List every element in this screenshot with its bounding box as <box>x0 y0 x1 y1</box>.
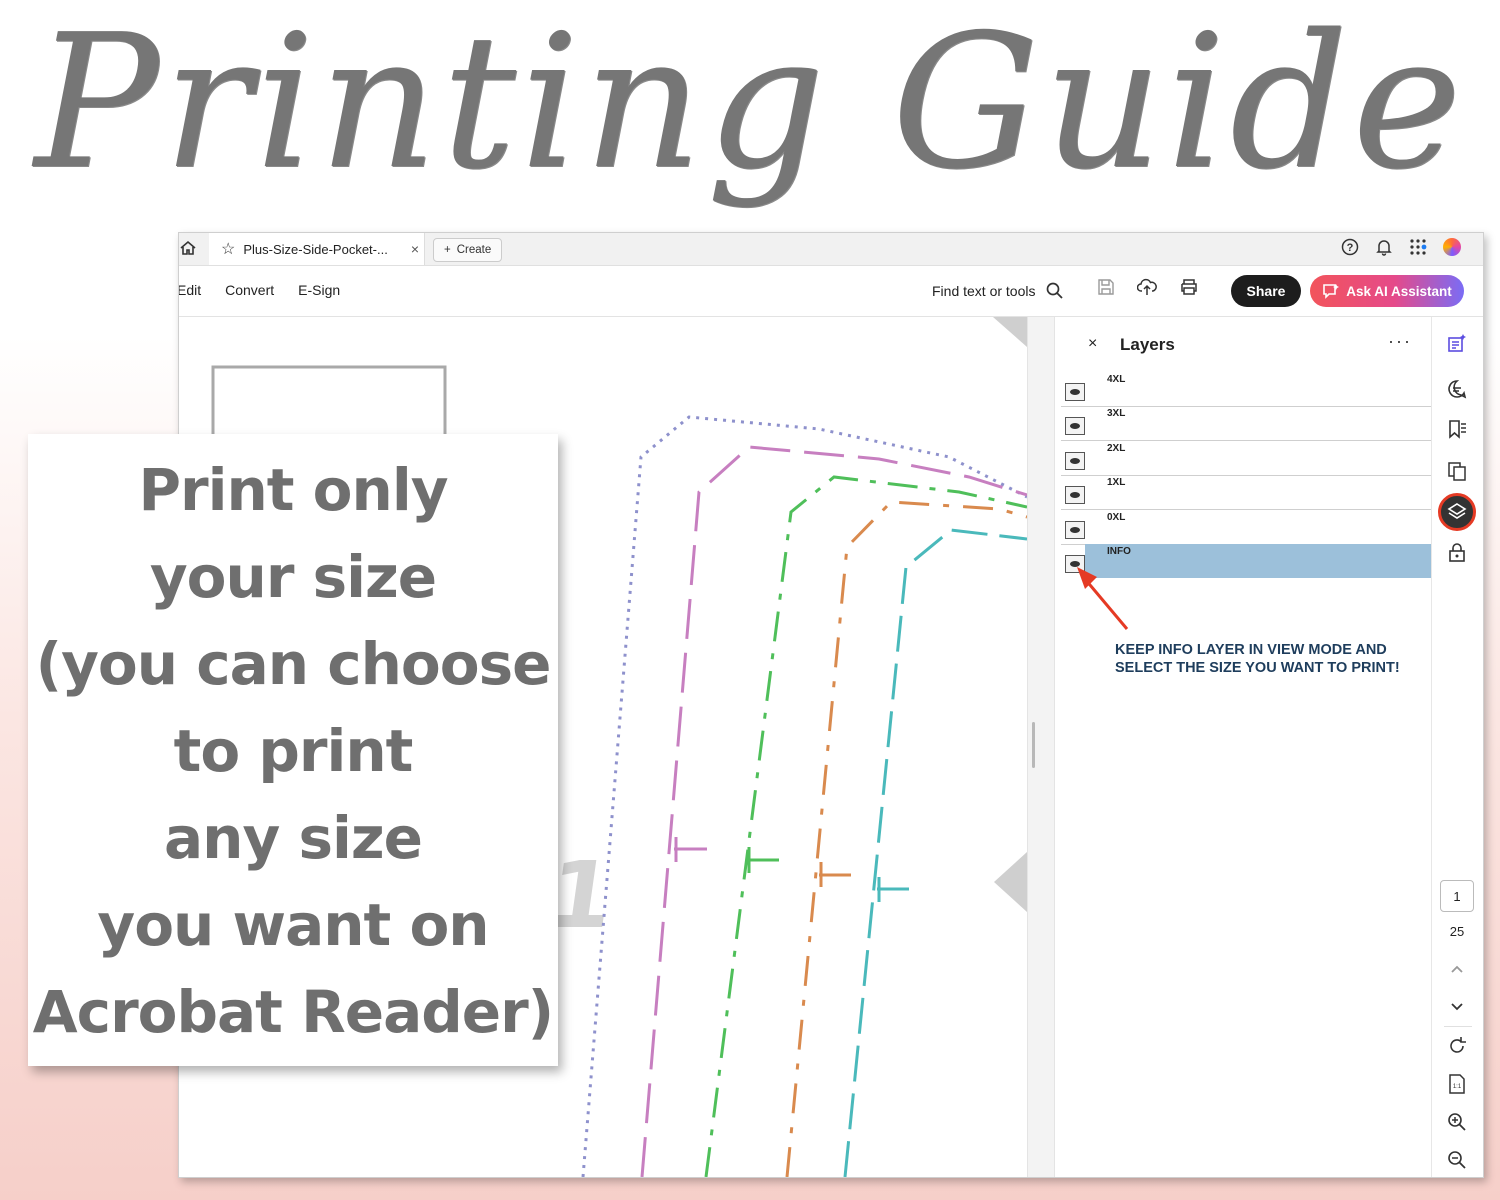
layers-title: Layers <box>1120 335 1175 354</box>
more-options-icon[interactable]: ··· <box>1388 331 1412 352</box>
main-toolbar: Edit Convert E-Sign Find text or tools S… <box>179 266 1483 317</box>
chevron-up-icon[interactable] <box>1446 959 1468 981</box>
create-button[interactable]: + Create <box>433 238 503 262</box>
find-label: Find text or tools <box>932 283 1036 299</box>
rotate-icon[interactable] <box>1446 1035 1468 1057</box>
eye-icon[interactable] <box>1065 383 1085 401</box>
ai-assistant-label: Ask AI Assistant <box>1346 283 1452 299</box>
lock-icon[interactable] <box>1446 541 1468 563</box>
size-line-2xl <box>704 475 1027 1177</box>
page-side-marker <box>994 852 1027 912</box>
close-panel-icon[interactable]: × <box>1088 335 1097 353</box>
layers-icon[interactable] <box>1438 493 1476 531</box>
hero-title: Printing Guide <box>34 0 1466 210</box>
rail-divider <box>1444 1026 1472 1027</box>
document-tab[interactable]: ☆ Plus-Size-Side-Pocket-... × <box>209 233 425 265</box>
svg-text:?: ? <box>1347 242 1354 254</box>
layer-label: 4XL <box>1107 374 1126 385</box>
info-card: Print only your size (you can choose to … <box>28 434 558 1066</box>
layer-row-4xl[interactable]: 4XL <box>1061 372 1431 407</box>
scrollbar-grip[interactable] <box>1032 722 1035 768</box>
search-icon[interactable] <box>1046 282 1064 300</box>
create-label: Create <box>456 244 492 256</box>
close-tab-icon[interactable]: × <box>406 241 424 257</box>
account-icons: ? <box>1341 238 1461 256</box>
card-line: Acrobat Reader) <box>32 977 554 1046</box>
card-line: (you can choose <box>35 629 552 698</box>
star-icon[interactable]: ☆ <box>221 239 235 259</box>
pages-icon[interactable] <box>1446 460 1468 482</box>
menu-bar: Edit Convert E-Sign <box>179 282 340 298</box>
share-button[interactable]: Share <box>1231 275 1301 307</box>
upload-icon[interactable] <box>1137 278 1157 296</box>
layers-header: × Layers ··· <box>1055 331 1431 357</box>
layer-row-1xl[interactable]: 1XL <box>1061 475 1431 510</box>
layer-label: 2XL <box>1107 443 1126 454</box>
card-line: to print <box>173 716 414 785</box>
eye-icon[interactable] <box>1065 486 1085 504</box>
apps-icon[interactable] <box>1409 238 1427 256</box>
eye-icon[interactable] <box>1065 417 1085 435</box>
plus-icon: + <box>444 244 451 256</box>
ai-assistant-button[interactable]: Ask AI Assistant <box>1310 275 1464 307</box>
ai-summary-icon[interactable] <box>1446 333 1468 355</box>
menu-edit[interactable]: Edit <box>179 282 201 298</box>
layer-label: 1XL <box>1107 477 1126 488</box>
tab-bar: ☆ Plus-Size-Side-Pocket-... × + Create ? <box>179 233 1483 266</box>
toolbar-icons <box>1097 278 1199 296</box>
zoom-in-icon[interactable] <box>1446 1111 1468 1133</box>
print-icon[interactable] <box>1179 278 1199 296</box>
card-line: you want on <box>97 890 489 959</box>
menu-esign[interactable]: E-Sign <box>298 282 340 298</box>
eye-icon[interactable] <box>1065 452 1085 470</box>
help-icon[interactable]: ? <box>1341 238 1359 256</box>
layer-row-2xl[interactable]: 2XL <box>1061 441 1431 476</box>
layers-panel: × Layers ··· 4XL 3XL 2XL 1XL 0XL INFO KE… <box>1055 317 1431 1177</box>
bookmark-icon[interactable] <box>1446 418 1468 440</box>
card-line: your size <box>149 542 437 611</box>
page-corner-marker <box>993 317 1027 347</box>
ai-chat-icon <box>1323 284 1340 299</box>
card-line: any size <box>164 803 423 872</box>
pointer-arrow <box>1077 567 1129 630</box>
size-line-0xl <box>843 528 1027 1177</box>
page-fit-icon[interactable]: 1:1 <box>1446 1073 1468 1095</box>
page-number-input[interactable]: 1 <box>1440 880 1474 912</box>
find-tools[interactable]: Find text or tools <box>932 282 1064 300</box>
avatar[interactable] <box>1443 238 1461 256</box>
layer-label: 3XL <box>1107 408 1126 419</box>
page-total: 25 <box>1449 924 1465 939</box>
card-line: Print only <box>138 455 448 524</box>
tab-label: Plus-Size-Side-Pocket-... <box>243 241 388 257</box>
size-line-3xl <box>640 445 1027 1177</box>
comment-icon[interactable] <box>1446 378 1468 400</box>
bell-icon[interactable] <box>1375 238 1393 256</box>
notch-marks <box>674 837 909 902</box>
zoom-out-icon[interactable] <box>1446 1149 1468 1171</box>
menu-convert[interactable]: Convert <box>225 282 274 298</box>
right-rail: 1 25 1:1 <box>1431 317 1483 1177</box>
document-scrollbar[interactable] <box>1027 317 1055 1177</box>
chevron-down-icon[interactable] <box>1446 995 1468 1017</box>
svg-text:1:1: 1:1 <box>1453 1084 1462 1090</box>
home-icon[interactable] <box>179 239 197 257</box>
size-line-1xl <box>785 500 1027 1177</box>
save-icon[interactable] <box>1097 278 1115 296</box>
layer-row-3xl[interactable]: 3XL <box>1061 406 1431 441</box>
layer-label: 0XL <box>1107 512 1126 523</box>
instruction-note: KEEP INFO LAYER IN VIEW MODE AND SELECT … <box>1115 642 1400 677</box>
